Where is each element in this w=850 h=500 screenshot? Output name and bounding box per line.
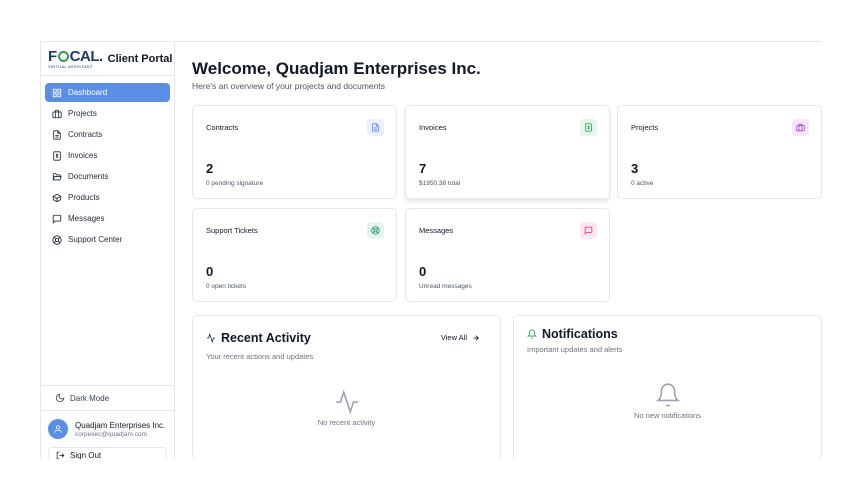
card-title: Support Tickets [206, 226, 258, 235]
sidebar-item-label: Contracts [68, 130, 103, 139]
sidebar-item-invoices[interactable]: Invoices [45, 146, 170, 165]
file-text-icon [372, 123, 379, 132]
recent-activity-title-text: Recent Activity [221, 331, 311, 345]
user-email: corpexec@quadjam.com [75, 430, 147, 438]
empty-message: No recent activity [317, 418, 376, 427]
page-title: Welcome, Quadjam Enterprises Inc. [192, 59, 481, 78]
sidebar-nav: Dashboard Projects Contracts Invoices Do… [41, 76, 174, 258]
folder-open-icon [52, 172, 62, 180]
sidebar-item-label: Products [68, 193, 100, 202]
card-title: Contracts [206, 123, 239, 132]
view-all-button[interactable]: View All [441, 333, 480, 342]
page-subtitle: Here's an overview of your projects and … [192, 81, 385, 91]
card-value: 3 [631, 161, 639, 176]
sidebar-item-label: Documents [68, 172, 109, 181]
log-out-icon [56, 451, 65, 459]
sidebar-item-messages[interactable]: Messages [45, 209, 170, 228]
layout-grid-icon [52, 88, 62, 97]
user-name: Quadjam Enterprises Inc. [75, 420, 166, 430]
logo-subtitle: VIRTUAL ASSISTANT [48, 63, 93, 69]
recent-activity-empty-state: No recent activity [193, 389, 500, 427]
message-square-icon [52, 214, 62, 224]
card-icon-badge [367, 222, 384, 239]
dollar-receipt-icon [53, 150, 61, 161]
dark-mode-toggle[interactable]: Dark Mode [41, 385, 175, 410]
sidebar: F CAL. VIRTUAL ASSISTANT Client Portal Da… [40, 42, 175, 459]
recent-activity-subtitle: Your recent actions and updates [206, 352, 314, 361]
briefcase-icon [796, 123, 805, 132]
view-all-label: View All [440, 333, 467, 342]
focal-logo[interactable]: F CAL. VIRTUAL ASSISTANT [48, 49, 103, 69]
arrow-right-icon [473, 334, 479, 341]
sidebar-item-label: Dashboard [68, 88, 108, 97]
brand-header: F CAL. VIRTUAL ASSISTANT Client Portal [41, 42, 174, 76]
sign-out-button[interactable]: Sign Out [48, 447, 167, 459]
sidebar-item-documents[interactable]: Documents [45, 167, 170, 186]
card-icon-badge [580, 222, 597, 239]
card-icon-badge [792, 119, 809, 136]
projects-card[interactable]: Projects 3 0 active [617, 105, 822, 199]
file-text-icon [53, 129, 61, 140]
messages-card[interactable]: Messages 0 Unread messages [405, 208, 610, 302]
user-profile: Quadjam Enterprises Inc. corpexec@quadja… [41, 410, 175, 459]
notifications-subtitle: Important updates and alerts [527, 345, 623, 354]
avatar[interactable] [48, 419, 68, 439]
sidebar-item-label: Support Center [68, 235, 123, 244]
activity-icon [335, 389, 358, 415]
card-value: 0 [206, 264, 214, 279]
sidebar-item-dashboard[interactable]: Dashboard [45, 83, 170, 102]
card-icon-badge [580, 119, 597, 136]
bell-icon [527, 329, 537, 339]
notifications-panel: Notifications Important updates and aler… [513, 315, 822, 459]
card-subtext: 0 pending signature [206, 180, 264, 187]
bell-icon [655, 383, 680, 407]
card-value: 2 [206, 161, 214, 176]
recent-activity-panel: Recent Activity Your recent actions and … [192, 315, 501, 459]
sidebar-item-label: Invoices [68, 151, 98, 160]
package-icon [52, 193, 62, 202]
card-value: 7 [419, 161, 427, 176]
recent-activity-title: Recent Activity [206, 331, 311, 345]
empty-message: No new notifications [633, 411, 702, 420]
card-subtext: 0 active [631, 180, 654, 187]
main-content: Welcome, Quadjam Enterprises Inc. Here's… [192, 42, 822, 459]
sidebar-item-projects[interactable]: Projects [45, 104, 170, 123]
dark-mode-label: Dark Mode [70, 393, 110, 403]
invoices-card[interactable]: Invoices 7 $1950.38 total [405, 105, 610, 199]
sign-out-label: Sign Out [70, 450, 102, 460]
message-square-icon [584, 226, 593, 235]
card-subtext: $1950.38 total [419, 180, 461, 187]
portal-title: Client Portal [107, 52, 173, 65]
contracts-card[interactable]: Contracts 2 0 pending signature [192, 105, 397, 199]
sidebar-item-support-center[interactable]: Support Center [45, 230, 170, 249]
sidebar-item-label: Projects [68, 109, 97, 118]
activity-icon [206, 333, 216, 343]
card-title: Invoices [419, 123, 447, 132]
user-icon [54, 425, 62, 433]
notifications-title-text: Notifications [542, 327, 618, 341]
notifications-empty-state: No new notifications [514, 382, 821, 420]
card-icon-badge [367, 119, 384, 136]
life-buoy-icon [371, 226, 380, 235]
card-value: 0 [419, 264, 427, 279]
support-tickets-card[interactable]: Support Tickets 0 0 open tickets [192, 208, 397, 302]
logo-wordmark: F CAL. [48, 47, 103, 65]
card-subtext: 0 open tickets [206, 283, 247, 290]
sidebar-item-products[interactable]: Products [45, 188, 170, 207]
app-window: F CAL. VIRTUAL ASSISTANT Client Portal Da… [40, 41, 822, 459]
briefcase-icon [52, 109, 62, 118]
sidebar-item-contracts[interactable]: Contracts [45, 125, 170, 144]
life-buoy-icon [52, 234, 62, 245]
card-title: Messages [419, 226, 454, 235]
notifications-title: Notifications [527, 327, 618, 341]
card-subtext: Unread messages [419, 283, 472, 290]
moon-icon [55, 393, 65, 403]
sidebar-item-label: Messages [68, 214, 105, 223]
dollar-receipt-icon [585, 123, 592, 132]
card-title: Projects [631, 123, 659, 132]
